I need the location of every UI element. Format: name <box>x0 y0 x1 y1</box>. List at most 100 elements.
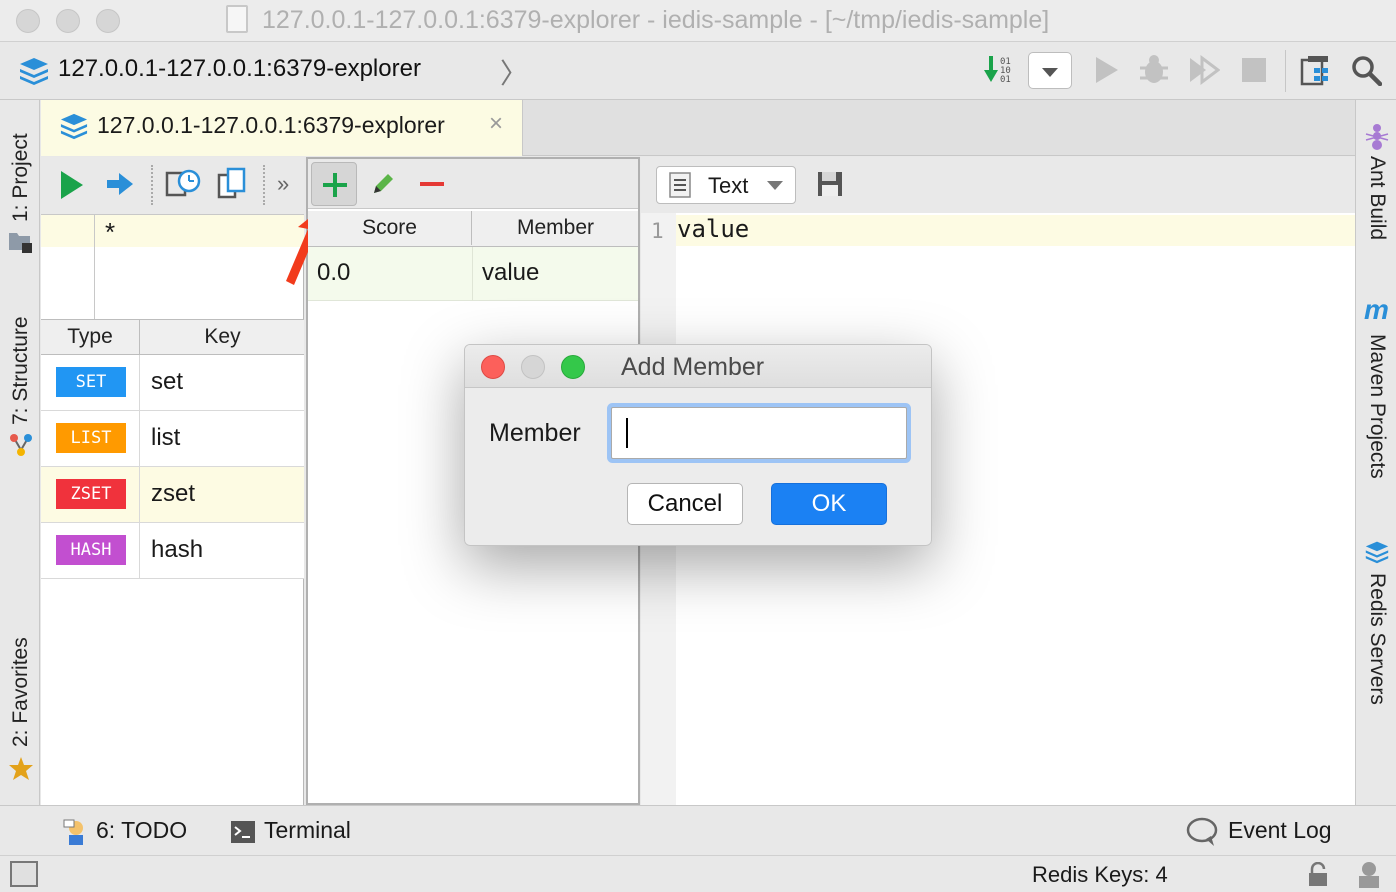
stop-icon[interactable] <box>1238 54 1270 86</box>
toolbar-separator <box>151 165 153 205</box>
format-dropdown[interactable]: Text <box>656 166 796 204</box>
todo-tool-button[interactable]: 6: TODO <box>96 817 187 844</box>
run-with-coverage-icon[interactable] <box>1188 54 1220 86</box>
keys-toolbar: » <box>41 157 304 215</box>
ant-build-tool-button[interactable]: Ant Build <box>1365 156 1389 240</box>
minus-icon[interactable] <box>418 173 446 195</box>
members-table-header: Score Member <box>308 211 638 247</box>
add-member-dialog: Add Member Member Cancel OK <box>464 344 932 546</box>
status-bar: Redis Keys: 4 <box>0 855 1396 892</box>
editor-tab-bar: 127.0.0.1-127.0.0.1:6379-explorer × <box>41 100 1355 156</box>
toolbar-separator <box>1285 50 1286 92</box>
member-field-label: Member <box>489 419 581 447</box>
debug-icon[interactable] <box>1138 54 1170 86</box>
window-title-bar: 127.0.0.1-127.0.0.1:6379-explorer - iedi… <box>0 0 1396 42</box>
table-row-selected[interactable]: ZSET zset <box>41 467 304 523</box>
key-name: list <box>151 424 181 451</box>
type-badge: LIST <box>56 423 126 453</box>
project-structure-icon[interactable] <box>1300 54 1332 86</box>
favorites-tool-button[interactable]: 2: Favorites <box>9 637 33 747</box>
window-close-button[interactable] <box>16 9 40 33</box>
current-line-highlight <box>676 215 1355 246</box>
text-caret <box>626 418 628 448</box>
inspector-icon[interactable] <box>1354 860 1384 890</box>
window-minimize-button[interactable] <box>56 9 80 33</box>
copy-icon[interactable] <box>217 167 247 201</box>
table-row[interactable]: LIST list <box>41 411 304 467</box>
bottom-tool-window-bar: 6: TODO Terminal Event Log <box>0 805 1396 855</box>
window-title: 127.0.0.1-127.0.0.1:6379-explorer - iedi… <box>262 6 1050 34</box>
dialog-zoom-button[interactable] <box>561 355 585 379</box>
members-toolbar <box>308 159 638 209</box>
key-pattern-input[interactable]: * <box>105 217 115 248</box>
text-document-icon <box>669 172 691 198</box>
toolbar-separator <box>263 165 265 205</box>
left-tool-window-strip: 1: Project 7: Structure 2: Favorites <box>0 100 40 805</box>
svg-text:01: 01 <box>1000 75 1011 85</box>
search-icon[interactable] <box>1350 54 1382 86</box>
right-tool-window-strip: Ant Build m Maven Projects Redis Servers <box>1355 100 1396 805</box>
table-row[interactable]: HASH hash <box>41 523 304 579</box>
terminal-icon <box>231 821 255 843</box>
keys-panel: » * Type Key SET set LIST list ZSET zset… <box>41 157 304 805</box>
event-log-tool-button[interactable]: Event Log <box>1228 817 1332 844</box>
pattern-gutter <box>41 215 95 319</box>
key-name: hash <box>151 536 204 563</box>
editor-tab[interactable]: 127.0.0.1-127.0.0.1:6379-explorer × <box>41 100 523 156</box>
member-column-header[interactable]: Member <box>473 211 638 245</box>
member-cell: value <box>482 259 540 286</box>
score-column-header[interactable]: Score <box>308 211 472 245</box>
cancel-button[interactable]: Cancel <box>627 483 743 525</box>
run-configuration-dropdown[interactable] <box>1028 52 1072 89</box>
chevron-right-icon: 〉 <box>500 58 529 89</box>
project-tool-button[interactable]: 1: Project <box>9 133 33 222</box>
line-number: 1 <box>651 219 664 243</box>
table-row[interactable]: 0.0 value <box>308 247 638 301</box>
more-actions-icon[interactable]: » <box>277 171 289 197</box>
history-icon[interactable] <box>165 167 201 201</box>
run-icon[interactable] <box>1090 54 1122 86</box>
folder-icon <box>9 233 32 253</box>
dialog-title-bar: Add Member <box>465 345 931 388</box>
value-text-editor[interactable]: value <box>677 215 749 243</box>
event-log-icon <box>1186 817 1218 846</box>
save-icon[interactable] <box>817 171 843 197</box>
dialog-minimize-button[interactable] <box>521 355 545 379</box>
update-running-app-icon[interactable]: 01 10 01 <box>984 54 1016 86</box>
next-page-icon[interactable] <box>105 169 135 199</box>
toggle-tool-windows-icon[interactable] <box>10 861 38 887</box>
star-icon <box>9 757 33 780</box>
maven-projects-tool-button[interactable]: Maven Projects <box>1365 334 1389 479</box>
table-row[interactable]: SET set <box>41 355 304 411</box>
type-cell: LIST <box>41 411 140 466</box>
maven-icon: m <box>1364 294 1389 325</box>
edit-pencil-icon[interactable] <box>370 171 396 197</box>
lock-icon[interactable] <box>1306 862 1330 888</box>
document-icon <box>226 5 248 33</box>
run-query-icon[interactable] <box>57 169 85 201</box>
key-name: zset <box>151 480 196 507</box>
structure-tool-button[interactable]: 7: Structure <box>9 316 33 425</box>
type-column-header[interactable]: Type <box>41 320 140 354</box>
redis-stack-icon <box>1365 541 1389 564</box>
dialog-close-button[interactable] <box>481 355 505 379</box>
window-zoom-button[interactable] <box>96 9 120 33</box>
redis-servers-tool-button[interactable]: Redis Servers <box>1365 573 1389 705</box>
type-badge: ZSET <box>56 479 126 509</box>
redis-stack-icon <box>20 58 48 85</box>
structure-icon <box>10 434 32 456</box>
type-badge: SET <box>56 367 126 397</box>
close-icon[interactable]: × <box>489 110 503 138</box>
terminal-tool-button[interactable]: Terminal <box>264 817 351 844</box>
chevron-down-icon <box>767 181 783 190</box>
member-input[interactable] <box>611 407 907 459</box>
breadcrumb[interactable]: 127.0.0.1-127.0.0.1:6379-explorer <box>58 55 421 83</box>
add-member-button[interactable] <box>311 162 357 206</box>
ok-button[interactable]: OK <box>771 483 887 525</box>
format-label: Text <box>708 173 749 198</box>
type-cell: SET <box>41 355 140 410</box>
todo-icon <box>63 819 83 845</box>
dialog-title: Add Member <box>621 353 765 381</box>
redis-keys-count: Redis Keys: 4 <box>1032 862 1168 887</box>
key-column-header[interactable]: Key <box>141 320 304 354</box>
